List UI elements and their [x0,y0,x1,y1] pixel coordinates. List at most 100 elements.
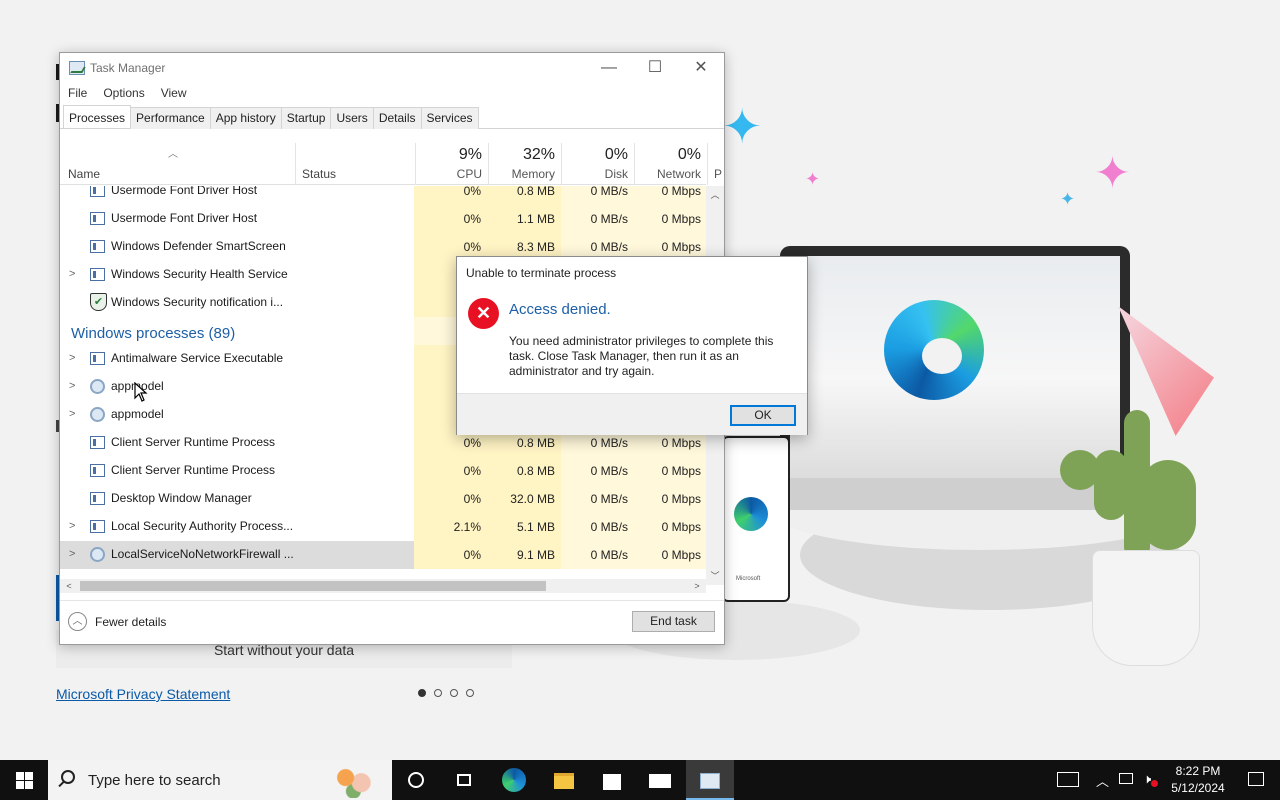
scroll-thumb[interactable] [80,581,546,591]
horizontal-scrollbar[interactable]: < > [60,579,706,593]
table-row[interactable]: > LocalServiceNoNetworkFirewall ... 0% 9.1 … [60,541,706,569]
phone-brand: Microsoft [736,576,761,582]
tab-performance[interactable]: Performance [130,107,211,129]
cpu-cell: 0% [414,485,487,513]
carousel-dot[interactable] [450,689,458,697]
chevron-right-icon[interactable]: > [69,408,75,420]
process-name: Antimalware Service Executable [111,351,284,365]
taskbar-file-explorer[interactable] [540,760,588,800]
scroll-right-icon[interactable]: > [690,579,704,593]
fewer-details-button[interactable]: ︿ Fewer details [68,612,166,631]
maximize-button[interactable]: ☐ [632,53,678,83]
news-icon [1057,772,1079,787]
column-network[interactable]: 0% Network [634,143,707,185]
menu-bar: File Options View [60,83,195,105]
privacy-statement-link[interactable]: Microsoft Privacy Statement [56,686,230,702]
process-name: Windows Security notification i... [111,295,284,309]
carousel-dot[interactable] [418,689,426,697]
taskbar-clock[interactable]: 8:22 PM 5/12/2024 [1160,763,1236,797]
taskbar-task-manager[interactable] [686,760,734,800]
taskbar-store[interactable] [588,760,636,800]
menu-options[interactable]: Options [95,83,152,105]
show-hidden-icons-button[interactable]: ︿ [1092,760,1114,800]
network-button[interactable] [1116,760,1138,800]
network-cell: 0 Mbps [634,485,706,513]
sparkle-icon: ✦ [1094,149,1131,198]
minimize-button[interactable]: — [586,53,632,83]
close-button[interactable]: ✕ [678,53,724,83]
table-row[interactable]: Usermode Font Driver Host 0% 1.1 MB 0 MB/s 0… [60,205,706,233]
column-name[interactable]: Name [60,143,295,185]
cpu-cell: 0% [414,457,487,485]
scroll-down-icon[interactable]: ﹀ [706,569,724,583]
chevron-right-icon[interactable]: > [69,352,75,364]
start-button[interactable] [0,760,48,800]
process-name: Client Server Runtime Process [111,435,276,449]
window-icon [90,240,105,253]
taskbar-search-box[interactable]: Type here to search [48,760,392,800]
menu-file[interactable]: File [60,83,95,105]
process-name: Windows Defender SmartScreen [111,239,286,253]
fewer-details-label: Fewer details [95,614,167,629]
gear-icon [90,407,105,422]
window-icon [90,436,105,449]
disk-cell: 0 MB/s [561,186,634,205]
window-icon [90,352,105,365]
error-icon: ✕ [468,298,499,329]
network-cell: 0 Mbps [634,457,706,485]
sparkle-icon: ✦ [722,101,763,154]
dialog-footer: OK [457,393,807,435]
end-task-button[interactable]: End task [632,611,715,632]
carousel-dot[interactable] [466,689,474,697]
footer: ︿ Fewer details End task [60,600,724,645]
cpu-cell: 0% [414,205,487,233]
tab-app-history[interactable]: App history [209,107,282,129]
window-icon [90,492,105,505]
task-view-button[interactable] [440,760,488,800]
table-row[interactable]: > Local Security Authority Process... 2.1%… [60,513,706,541]
tab-services[interactable]: Services [420,107,479,129]
scroll-left-icon[interactable]: < [62,579,76,593]
dialog-title: Unable to terminate process [466,266,617,280]
table-row[interactable]: Desktop Window Manager 0% 32.0 MB 0 MB/s 0 M… [60,485,706,513]
tab-processes[interactable]: Processes [63,105,132,128]
taskbar-edge[interactable] [490,760,538,800]
process-name: appmodel [111,379,401,393]
column-status[interactable]: Status [295,143,415,185]
clock-time: 8:22 PM [1175,764,1221,778]
task-manager-icon [69,61,85,75]
carousel-dot[interactable] [434,689,442,697]
mail-icon [649,774,671,788]
memory-cell: 0.8 MB [487,457,561,485]
tab-details[interactable]: Details [372,107,422,129]
menu-view[interactable]: View [153,83,195,105]
chevron-right-icon[interactable]: > [69,548,75,560]
chevron-right-icon[interactable]: > [69,268,75,280]
column-disk[interactable]: 0% Disk [561,143,634,185]
volume-button[interactable]: 🕨 [1140,760,1162,800]
chevron-right-icon[interactable]: > [69,520,75,532]
taskbar-mail[interactable] [636,760,684,800]
cortana-button[interactable] [392,760,440,800]
edge-icon [502,768,526,792]
cpu-cell: 2.1% [414,513,487,541]
tab-startup[interactable]: Startup [280,107,332,129]
scroll-up-icon[interactable]: ︿ [706,188,724,202]
title-bar[interactable]: Task Manager — ☐ ✕ [60,53,724,83]
disk-cell: 0 MB/s [561,457,634,485]
table-row[interactable]: Usermode Font Driver Host 0% 0.8 MB 0 MB/s 0… [60,186,706,205]
table-row[interactable]: Client Server Runtime Process 0% 0.8 MB 0 M… [60,457,706,485]
column-cpu[interactable]: 9% CPU [415,143,488,185]
tab-users[interactable]: Users [330,107,374,129]
ok-button[interactable]: OK [730,405,796,426]
chevron-up-icon: ︿ [1096,774,1110,789]
disk-cell: 0 MB/s [561,513,634,541]
memory-cell: 5.1 MB [487,513,561,541]
chevron-up-icon: ︿ [68,612,87,631]
news-button[interactable] [1054,760,1082,800]
speaker-muted-icon: 🕨 [1143,771,1152,786]
column-power[interactable]: P [707,143,726,185]
column-memory[interactable]: 32% Memory [488,143,561,185]
action-center-button[interactable] [1236,760,1280,800]
chevron-right-icon[interactable]: > [69,380,75,392]
